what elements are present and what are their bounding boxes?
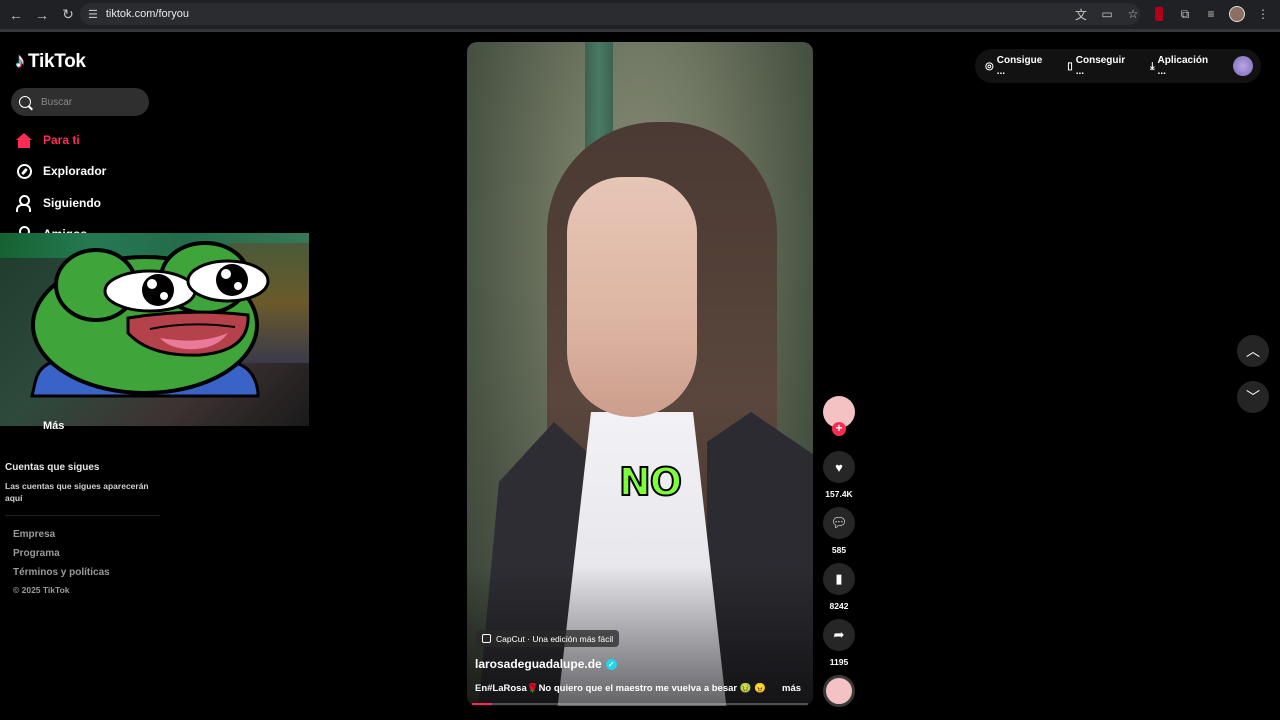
video-subject-face bbox=[567, 177, 697, 417]
search-icon[interactable] bbox=[19, 96, 31, 108]
heart-icon[interactable]: ♥ bbox=[823, 451, 855, 483]
nav-label: Explorador bbox=[43, 164, 107, 178]
video-player[interactable]: NO bbox=[467, 42, 813, 706]
get-coins-button[interactable]: ◎ Consigue ... bbox=[985, 55, 1053, 77]
comment-icon[interactable]: 💬︎ bbox=[823, 507, 855, 539]
following-section-description: Las cuentas que sigues aparecerán aquí bbox=[5, 481, 149, 503]
share-count: 1195 bbox=[829, 657, 849, 667]
save-count: 8242 bbox=[829, 601, 849, 611]
share-action[interactable]: ➦ 1195 bbox=[823, 619, 855, 667]
user-avatar[interactable] bbox=[1233, 56, 1253, 76]
music-disc-icon[interactable] bbox=[823, 675, 855, 707]
verified-badge-icon: ✓ bbox=[605, 658, 617, 670]
download-app-label: Aplicación ... bbox=[1157, 55, 1209, 77]
reload-icon[interactable]: ↻ bbox=[56, 3, 80, 27]
footer-link-empresa[interactable]: Empresa bbox=[13, 529, 55, 540]
extension-red-icon[interactable] bbox=[1150, 5, 1168, 23]
copyright: © 2025 TikTok bbox=[13, 585, 70, 595]
video-progress-fill bbox=[472, 703, 493, 705]
like-count: 157.4K bbox=[825, 489, 853, 499]
webcam-overlay bbox=[0, 233, 309, 426]
following-section-title: Cuentas que sigues bbox=[5, 462, 100, 473]
bookmark-star-icon[interactable]: ☆ bbox=[1124, 5, 1142, 23]
compass-icon bbox=[15, 162, 33, 180]
reading-list-icon[interactable]: ≡ bbox=[1202, 5, 1220, 23]
footer-link-programa[interactable]: Programa bbox=[13, 548, 60, 559]
top-actions-bar: ◎ Consigue ... ▯ Conseguir ... ⤓ Aplicac… bbox=[975, 49, 1261, 83]
like-action[interactable]: ♥ 157.4K bbox=[823, 451, 855, 499]
download-icon: ⤓ bbox=[1150, 60, 1155, 72]
video-author[interactable]: larosadeguadalupe.de ✓ bbox=[475, 657, 617, 671]
follow-plus-icon[interactable]: + bbox=[832, 422, 846, 436]
get-app-label: Conseguir ... bbox=[1075, 55, 1126, 77]
address-bar[interactable]: ☰ tiktok.com/foryou bbox=[80, 3, 1140, 25]
cast-icon[interactable]: ▭ bbox=[1098, 5, 1116, 23]
translate-icon[interactable]: 文 bbox=[1072, 5, 1090, 23]
footer-link-terminos[interactable]: Términos y políticas bbox=[13, 567, 110, 578]
nav-item-para-ti[interactable]: Para ti bbox=[15, 131, 80, 149]
more-link[interactable]: Más bbox=[43, 420, 64, 432]
coin-icon: ◎ bbox=[985, 60, 994, 72]
site-settings-icon[interactable]: ☰ bbox=[88, 8, 98, 21]
url-text[interactable]: tiktok.com/foryou bbox=[106, 8, 189, 20]
nav-label: Siguiendo bbox=[43, 196, 101, 210]
capcut-tag[interactable]: CapCut · Una edición más fácil bbox=[476, 630, 620, 647]
following-icon bbox=[15, 194, 33, 212]
forward-icon[interactable]: → bbox=[30, 3, 54, 27]
video-description: En#LaRosa🌹No quiero que el maestro me vu… bbox=[475, 683, 765, 694]
video-progress-bar[interactable] bbox=[472, 703, 808, 705]
capcut-label: CapCut · Una edición más fácil bbox=[496, 633, 614, 644]
nav-item-explorador[interactable]: Explorador bbox=[15, 162, 106, 180]
extensions-icon[interactable]: ⧉ bbox=[1176, 5, 1194, 23]
comment-action[interactable]: 💬︎ 585 bbox=[823, 507, 855, 555]
home-icon bbox=[15, 131, 33, 149]
comment-count: 585 bbox=[831, 545, 847, 555]
profile-icon[interactable] bbox=[1228, 5, 1246, 23]
sidebar-divider bbox=[5, 515, 160, 516]
next-video-chevron-down-icon[interactable]: ﹀ bbox=[1237, 381, 1269, 413]
author-name[interactable]: larosadeguadalupe.de bbox=[475, 657, 602, 671]
tiktok-note-icon: ♪ bbox=[15, 50, 25, 72]
frog-emote-image bbox=[30, 241, 270, 398]
capcut-icon bbox=[482, 634, 491, 643]
description-more-button[interactable]: más bbox=[782, 683, 801, 694]
phone-icon: ▯ bbox=[1067, 60, 1073, 72]
nav-label: Para ti bbox=[43, 133, 80, 147]
toolbar-divider bbox=[0, 29, 1280, 32]
get-coins-label: Consigue ... bbox=[996, 55, 1043, 77]
back-icon[interactable]: ← bbox=[4, 3, 28, 27]
search-input[interactable] bbox=[41, 96, 141, 108]
get-app-button[interactable]: ▯ Conseguir ... bbox=[1067, 55, 1136, 77]
browser-menu-icon[interactable]: ⋮ bbox=[1254, 5, 1272, 23]
nav-item-siguiendo[interactable]: Siguiendo bbox=[15, 194, 101, 212]
video-caption-word: NO bbox=[618, 459, 683, 505]
bookmark-icon[interactable]: ▮ bbox=[823, 563, 855, 595]
save-action[interactable]: ▮ 8242 bbox=[823, 563, 855, 611]
tiktok-wordmark: TikTok bbox=[28, 50, 86, 72]
tiktok-logo[interactable]: ♪ TikTok bbox=[15, 50, 86, 73]
download-app-button[interactable]: ⤓ Aplicación ... bbox=[1150, 55, 1219, 77]
search-box[interactable] bbox=[11, 88, 149, 116]
share-arrow-icon[interactable]: ➦ bbox=[823, 619, 855, 651]
browser-toolbar: ← → ↻ ☰ tiktok.com/foryou 文 ▭ ☆ ⧉ ≡ ⋮ bbox=[0, 0, 1280, 29]
browser-actions: 文 ▭ ☆ ⧉ ≡ ⋮ bbox=[1072, 3, 1280, 25]
previous-video-chevron-up-icon[interactable]: ︿ bbox=[1237, 335, 1269, 367]
